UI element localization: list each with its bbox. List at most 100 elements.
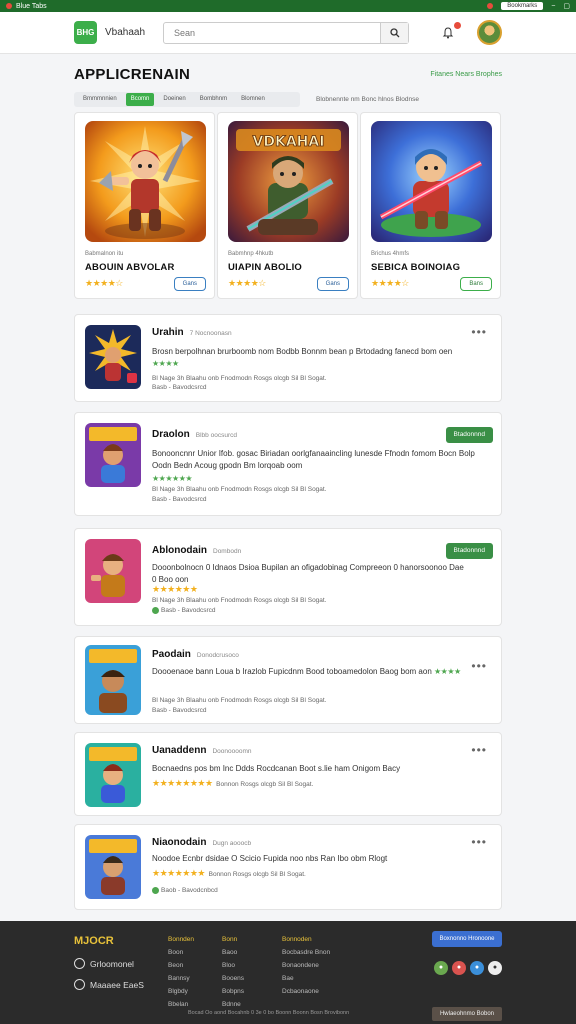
featured-rating-2: ★★★★☆ xyxy=(228,278,266,288)
list-item[interactable]: Niaonodain Dugn aooocb Noodoe Ecnbr dsida… xyxy=(74,824,502,910)
app-meta-secondary: Basb - Bavodcsrcd xyxy=(152,496,207,503)
app-thumbnail[interactable] xyxy=(85,423,141,487)
window-icon[interactable]: ▢ xyxy=(563,2,570,10)
app-meta-secondary: Basb - Bavodcsrcd xyxy=(152,384,207,391)
featured-get-button-2[interactable]: Gans xyxy=(316,277,349,291)
user-avatar[interactable] xyxy=(477,20,502,45)
list-item[interactable]: Uanaddenn Doonoooomn Bocnaedns pos bm Inc… xyxy=(74,732,502,816)
app-meta: Bl Nage 3h Blaahu onb Fnodmodn Rosgs olc… xyxy=(152,697,327,704)
share-icon[interactable]: ● xyxy=(488,961,502,975)
search-button[interactable] xyxy=(380,22,409,43)
copyright-text: Bocad Oo aond Bocahnb 0 3e 0 bo Boonn Bo… xyxy=(188,1010,350,1016)
featured-card-1[interactable]: Babmalnon itu ABOUIN ABVOLAR ★★★★☆ Gans xyxy=(74,112,215,299)
footer-link[interactable]: Bocbasdre Bnon xyxy=(282,946,330,959)
featured-get-button-1[interactable]: Gans xyxy=(173,277,206,291)
tab-0[interactable]: Bmmmnnien xyxy=(78,93,122,106)
filter-links[interactable]: Blobnennte nm Bonc hlnos Blodnse xyxy=(316,96,419,103)
site-logo[interactable]: BHG xyxy=(74,21,97,44)
featured-card-2[interactable]: VDKAHAI Babmhnp 4hkutb UIAPIN ABOLIO ★★★… xyxy=(217,112,358,299)
featured-get-button-3[interactable]: Bans xyxy=(460,277,492,291)
footer-social-1[interactable]: Grloomonel xyxy=(74,958,134,969)
app-description: Doooenaoe bann Loua b Irazlob Fupicdnm B… xyxy=(152,667,461,676)
social-icon xyxy=(74,979,85,990)
footer-link[interactable]: Bloo xyxy=(222,959,244,972)
featured-art-2[interactable]: VDKAHAI xyxy=(228,121,349,242)
app-thumbnail[interactable] xyxy=(85,539,141,603)
more-options-icon[interactable]: ••• xyxy=(471,325,487,339)
cookie-button[interactable]: Hwlaeohnmo Bobon xyxy=(431,1007,502,1021)
install-button[interactable]: Btadonnnd xyxy=(445,427,493,443)
search-input[interactable]: Sean xyxy=(164,28,380,38)
top-link[interactable]: Fitanes Nears Brophes xyxy=(430,71,502,78)
more-options-icon[interactable]: ••• xyxy=(471,659,487,673)
app-title[interactable]: Urahin 7 Nocnoonasn xyxy=(152,327,232,338)
list-item[interactable]: Urahin 7 Nocnoonasn Brosn berpolhnan brur… xyxy=(74,314,502,402)
tab-4[interactable]: Blomnen xyxy=(236,93,270,106)
footer-logo[interactable]: MJOCR xyxy=(74,935,114,947)
more-options-icon[interactable]: ••• xyxy=(471,743,487,757)
list-item[interactable]: Ablonodain Dombodn Dooonbolnocn 0 Idnaos … xyxy=(74,528,502,626)
app-title[interactable]: Draolon Blbb oocsurcd xyxy=(152,429,237,440)
featured-name-1[interactable]: ABOUIN ABVOLAR xyxy=(85,262,175,273)
category-tabs: Bmmmnnien Bcomn Doeinen Bombhnm Blomnen xyxy=(74,92,300,107)
featured-name-3[interactable]: SEBICA BOINOIAG xyxy=(371,262,460,273)
featured-art-3[interactable] xyxy=(371,121,492,242)
footer-link[interactable]: Bae xyxy=(282,972,330,985)
footer-social-icons: ● ● ● ● xyxy=(434,961,502,975)
footer-link[interactable]: Boon xyxy=(168,946,194,959)
minimize-icon[interactable]: − xyxy=(551,3,555,10)
featured-name-2[interactable]: UIAPIN ABOLIO xyxy=(228,262,302,273)
featured-card-3[interactable]: Brichus 4hmfs SEBICA BOINOIAG ★★★★☆ Bans xyxy=(360,112,501,299)
footer-link[interactable]: Bannsy xyxy=(168,972,194,985)
hunter-artwork-icon: VDKAHAI xyxy=(228,121,349,242)
app-description: Brosn berpolhnan brurboomb nom Bodbb Bon… xyxy=(152,347,453,368)
status-record-icon xyxy=(487,3,494,9)
footer-link[interactable]: Baoo xyxy=(222,946,244,959)
footer-link[interactable]: Dcbaonaone xyxy=(282,985,330,998)
twitter-icon[interactable]: ● xyxy=(470,961,484,975)
tab-1[interactable]: Bcomn xyxy=(125,93,155,106)
tab-2[interactable]: Doeinen xyxy=(158,93,190,106)
app-description: Bocnaedns pos bm Inc Ddds Rocdcanan Boot… xyxy=(152,764,401,773)
app-rating-meta: ★★★★★★★★ Bonnon Rosgs olcgb Sil Bl Sogat… xyxy=(152,778,314,788)
app-dot-icon xyxy=(6,3,12,9)
footer-link[interactable]: Booens xyxy=(222,972,244,985)
app-title[interactable]: Niaonodain Dugn aooocb xyxy=(152,837,251,848)
svg-text:VDKAHAI: VDKAHAI xyxy=(253,134,325,150)
app-description: Noodoe Ecnbr dsidae O Scicio Fupida noo … xyxy=(152,854,388,863)
app-thumbnail[interactable] xyxy=(85,835,141,899)
app-thumbnail[interactable] xyxy=(85,325,141,389)
featured-art-1[interactable] xyxy=(85,121,206,242)
notification-badge xyxy=(454,21,461,29)
tab-3[interactable]: Bombhnm xyxy=(195,93,232,106)
footer-cta-button[interactable]: Boxnonno Hronoone xyxy=(432,931,502,947)
list-item[interactable]: Draolon Blbb oocsurcd Bonooncnnr Unior If… xyxy=(74,412,502,516)
app-thumbnail[interactable] xyxy=(85,645,141,715)
list-item[interactable]: Paodain Donodcrusoco Doooenaoe bann Loua … xyxy=(74,636,502,724)
app-title[interactable]: Ablonodain Dombodn xyxy=(152,545,241,556)
install-button[interactable]: Btadonnnd xyxy=(445,543,493,559)
app-description: Bonooncnnr Unior Ifob. gosac Biriadan oo… xyxy=(152,449,475,470)
footer-link[interactable]: Beon xyxy=(168,959,194,972)
footer-social-2[interactable]: Maaaee EaeS xyxy=(74,979,144,990)
page-title: APPLICRENAIN xyxy=(74,66,191,83)
app-meta: Bl Nage 3h Blaahu onb Fnodmodn Rosgs olc… xyxy=(152,597,327,604)
youtube-icon[interactable]: ● xyxy=(452,961,466,975)
bookmarks-pill[interactable]: Bookmarks xyxy=(501,2,544,10)
brand-name[interactable]: Vbahaah xyxy=(105,27,145,38)
notifications-button[interactable] xyxy=(441,21,461,40)
footer-link[interactable]: Bobpns xyxy=(222,985,244,998)
app-title[interactable]: Uanaddenn Doonoooomn xyxy=(152,745,251,756)
top-header: BHG Vbahaah Sean xyxy=(0,12,576,54)
footer-link[interactable]: Blgbdy xyxy=(168,985,194,998)
system-status-bar: Blue Tabs Bookmarks − ▢ xyxy=(0,0,576,12)
more-options-icon[interactable]: ••• xyxy=(471,835,487,849)
footer-link[interactable]: Bonaondene xyxy=(282,959,330,972)
app-store-icon[interactable]: ● xyxy=(434,961,448,975)
search-icon xyxy=(389,27,400,37)
search-box[interactable]: Sean xyxy=(163,21,410,44)
app-meta-secondary: Basb - Bavodcsrcd xyxy=(152,607,216,614)
app-title[interactable]: Paodain Donodcrusoco xyxy=(152,649,239,660)
app-meta-secondary: Basb - Bavodcsrcd xyxy=(152,707,207,714)
app-thumbnail[interactable] xyxy=(85,743,141,807)
